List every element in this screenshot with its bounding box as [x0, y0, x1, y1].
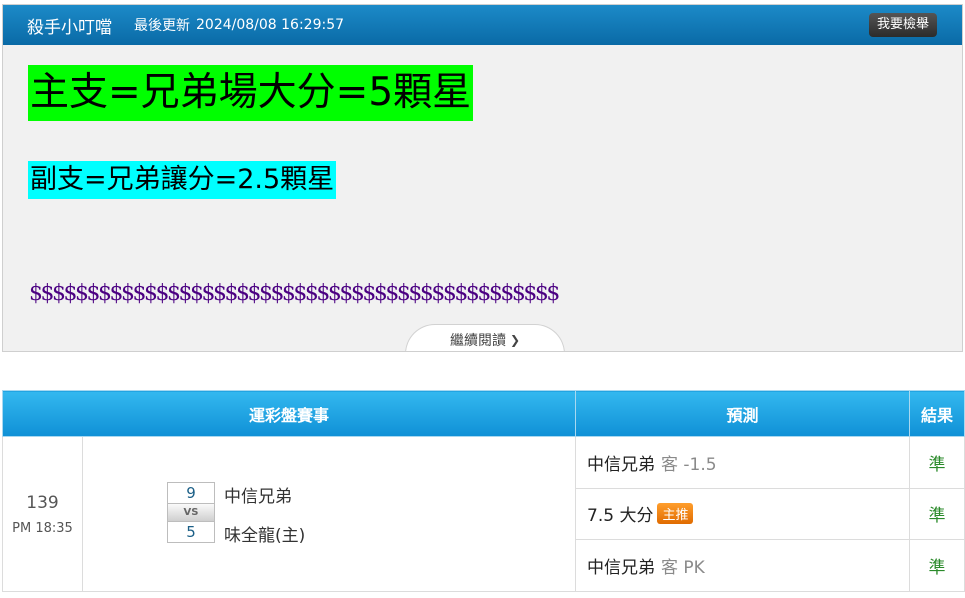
chevron-down-icon: ❯ [509, 332, 521, 347]
prediction-pick: 7.5 大分 [587, 506, 654, 527]
header-prediction: 預測 [575, 390, 910, 437]
game-time: PM 18:35 [12, 520, 73, 536]
header-result: 結果 [909, 390, 965, 437]
sub-pick-text: 副支=兄弟讓分=2.5顆星 [28, 161, 337, 199]
report-button[interactable]: 我要檢舉 [868, 13, 937, 37]
prediction-extra: 客 PK [661, 558, 705, 579]
match-block: 9 VS 5 中信兄弟 味全龍(主) [83, 437, 575, 591]
prediction-pick: 中信兄弟 [587, 558, 655, 579]
result-cell: 準 [909, 436, 965, 489]
prediction-cell: 7.5 大分 主推 [575, 487, 910, 541]
table-row: 139 PM 18:35 9 VS 5 中信兄弟 味全龍(主) 中信兄弟客 -1… [2, 436, 965, 592]
game-cell: 139 PM 18:35 9 VS 5 中信兄弟 味全龍(主) [2, 436, 576, 592]
table-header-row: 運彩盤賽事 預測 結果 [2, 390, 965, 437]
home-score: 9 [167, 482, 215, 504]
dollar-signs-text: $$$$$$$$$$$$$$$$$$$$$$$$$$$$$$$$$$$$$$$$… [29, 281, 560, 306]
home-team: 中信兄弟 [224, 487, 292, 507]
main-pick-text: 主支=兄弟場大分=5顆星 [28, 65, 474, 121]
prediction-cell: 中信兄弟客 -1.5 [575, 436, 910, 489]
author-name[interactable]: 殺手小叮噹 [27, 13, 112, 38]
vs-label: VS [167, 504, 215, 521]
post-header: 殺手小叮噹 最後更新 2024/08/08 16:29:57 我要檢舉 [3, 5, 962, 45]
main-pick-badge: 主推 [657, 503, 694, 525]
prediction-cell: 中信兄弟客 PK [575, 539, 910, 592]
away-team: 味全龍(主) [224, 526, 306, 546]
result-cell: 準 [909, 539, 965, 592]
result-cell: 準 [909, 487, 965, 541]
game-number-block: 139 PM 18:35 [3, 437, 83, 591]
game-number: 139 [26, 492, 59, 513]
read-more-label: 繼續閱讀 [449, 332, 506, 349]
games-table: 運彩盤賽事 預測 結果 139 PM 18:35 9 VS 5 中信兄弟 味全龍… [2, 390, 965, 592]
updated-label: 最後更新 [134, 18, 190, 34]
post-body: 主支=兄弟場大分=5顆星 副支=兄弟讓分=2.5顆星 $$$$$$$$$$$$$… [3, 45, 962, 351]
prediction-pick: 中信兄弟 [587, 454, 655, 475]
away-score: 5 [167, 521, 215, 543]
updated-time: 2024/08/08 16:29:57 [196, 17, 345, 33]
header-game: 運彩盤賽事 [2, 390, 576, 437]
prediction-extra: 客 -1.5 [661, 454, 717, 475]
read-more-button[interactable]: 繼續閱讀 ❯ [405, 324, 565, 351]
post-card: 殺手小叮噹 最後更新 2024/08/08 16:29:57 我要檢舉 主支=兄… [2, 4, 963, 352]
